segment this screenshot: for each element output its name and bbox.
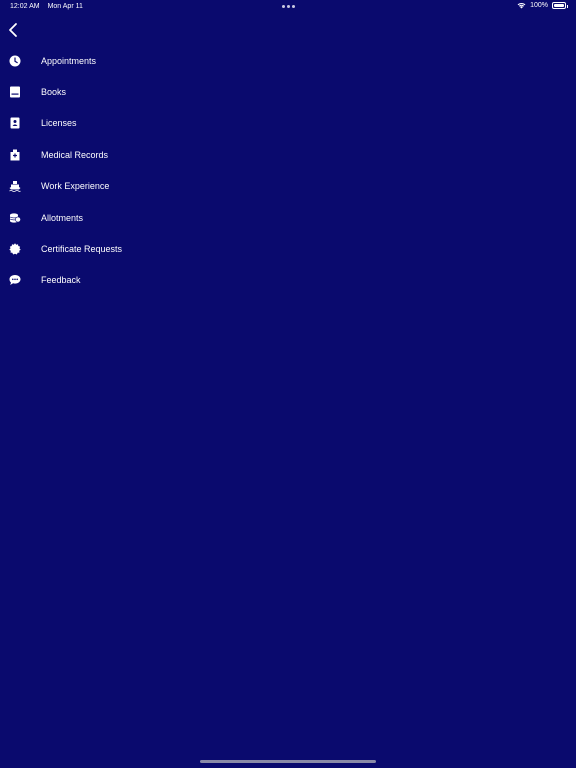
coins-icon <box>9 212 21 224</box>
chevron-left-icon <box>9 23 17 37</box>
menu-item-label: Work Experience <box>41 181 110 192</box>
hospital-icon <box>9 149 21 161</box>
wifi-icon <box>517 2 526 9</box>
menu-item-allotments[interactable]: Allotments <box>0 202 300 233</box>
menu-item-label: Books <box>41 87 67 98</box>
id-badge-icon <box>9 117 21 129</box>
home-indicator[interactable] <box>200 760 376 763</box>
menu-item-appointments[interactable]: Appointments <box>0 45 300 76</box>
menu-item-label: Medical Records <box>41 149 109 160</box>
back-button[interactable] <box>6 22 22 38</box>
menu-item-certificate-requests[interactable]: Certificate Requests <box>0 233 300 264</box>
book-icon <box>9 86 21 98</box>
status-left: 12:02 AM Mon Apr 11 <box>10 3 83 10</box>
menu-item-label: Allotments <box>41 212 84 223</box>
menu-item-label: Appointments <box>41 55 97 66</box>
battery-icon <box>552 2 568 9</box>
status-bar: 12:02 AM Mon Apr 11 100% <box>0 0 576 14</box>
menu-item-medical-records[interactable]: Medical Records <box>0 139 300 170</box>
main-menu: Appointments Books Licenses Medical Reco… <box>0 45 300 296</box>
menu-item-licenses[interactable]: Licenses <box>0 108 300 139</box>
clock-icon <box>9 55 21 67</box>
menu-item-books[interactable]: Books <box>0 76 300 107</box>
multitasking-dots-icon[interactable] <box>282 5 295 8</box>
chat-bubble-icon <box>9 274 21 286</box>
menu-item-label: Feedback <box>41 275 81 286</box>
battery-percentage: 100% <box>530 2 548 9</box>
menu-item-feedback[interactable]: Feedback <box>0 265 300 296</box>
ship-icon <box>9 180 21 193</box>
certificate-icon <box>9 243 21 255</box>
status-right: 100% <box>517 2 568 9</box>
menu-item-work-experience[interactable]: Work Experience <box>0 171 300 202</box>
menu-item-label: Licenses <box>41 118 77 129</box>
menu-item-label: Certificate Requests <box>41 244 123 255</box>
status-date: Mon Apr 11 <box>47 3 83 10</box>
status-time: 12:02 AM <box>10 3 40 10</box>
